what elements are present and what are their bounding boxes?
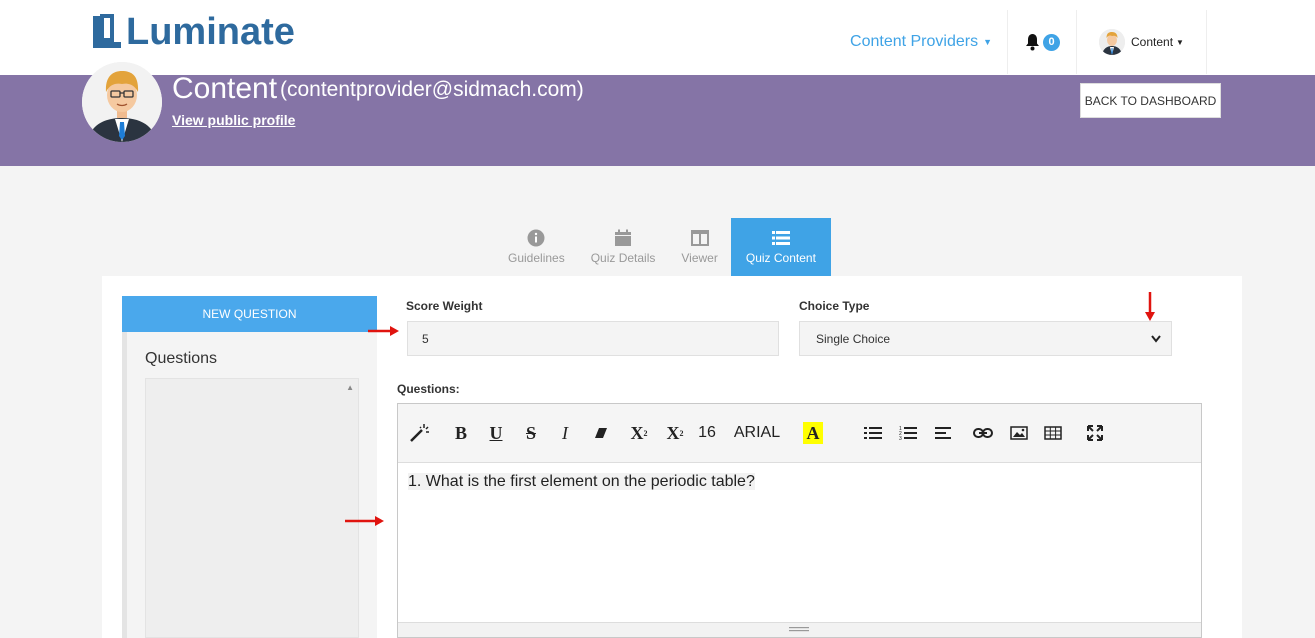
- notifications-button[interactable]: 0: [1007, 10, 1077, 74]
- svg-text:3: 3: [899, 436, 902, 441]
- new-question-button[interactable]: NEW QUESTION: [122, 296, 377, 332]
- link-icon[interactable]: [972, 422, 994, 444]
- questions-heading: Questions: [145, 350, 218, 367]
- notification-count-badge: 0: [1043, 33, 1060, 51]
- profile-avatar: [82, 62, 162, 142]
- user-avatar: [1099, 29, 1126, 55]
- question-text: 1. What is the first element on the peri…: [408, 473, 755, 490]
- profile-email: (contentprovider@sidmach.com): [280, 78, 584, 101]
- editor-toolbar: B U S I X2 X2 16 ARIAL A 1 2 3: [398, 404, 1201, 463]
- table-icon[interactable]: [1042, 422, 1064, 444]
- caret-down-icon: ▼: [1176, 37, 1184, 47]
- brand-logo[interactable]: Luminate: [90, 12, 295, 52]
- tab-quiz-details[interactable]: Quiz Details: [578, 218, 669, 276]
- user-name: Content: [1131, 35, 1174, 49]
- bell-icon: [1026, 34, 1039, 51]
- back-to-dashboard-button[interactable]: BACK TO DASHBOARD: [1080, 83, 1221, 118]
- font-family-select[interactable]: ARIAL: [732, 422, 782, 444]
- bullet-list-icon[interactable]: [862, 422, 884, 444]
- scroll-up-icon[interactable]: ▲: [346, 383, 354, 392]
- content-providers-menu[interactable]: Content Providers ▼: [850, 10, 1007, 74]
- align-left-icon[interactable]: [932, 422, 954, 444]
- resize-grip-icon: [789, 627, 809, 632]
- choice-type-select[interactable]: Single Choice: [799, 321, 1172, 356]
- choice-type-value: Single Choice: [816, 332, 891, 346]
- tab-label: Guidelines: [508, 251, 565, 265]
- strikethrough-icon[interactable]: S: [520, 422, 542, 444]
- choice-type-label: Choice Type: [799, 299, 870, 313]
- tab-quiz-content[interactable]: Quiz Content: [730, 218, 831, 276]
- info-icon: [527, 229, 545, 247]
- tab-label: Viewer: [681, 251, 718, 265]
- questions-field-label: Questions:: [397, 382, 460, 396]
- columns-icon: [690, 230, 709, 246]
- tab-guidelines[interactable]: Guidelines: [495, 218, 578, 276]
- annotation-arrow-icon: [345, 516, 384, 526]
- superscript-icon[interactable]: X2: [626, 422, 652, 444]
- tab-label: Quiz Details: [590, 251, 656, 265]
- caret-down-icon: ▼: [983, 37, 992, 47]
- fullscreen-icon[interactable]: [1084, 422, 1106, 444]
- logo-mark-icon: [93, 14, 121, 48]
- underline-icon[interactable]: U: [485, 422, 507, 444]
- nav-right: Content Providers ▼ 0 Content ▼: [850, 10, 1207, 74]
- chevron-down-icon: [1151, 335, 1161, 343]
- text-color-button[interactable]: A: [803, 422, 823, 444]
- quiz-tabs: Guidelines Quiz Details Viewer Quiz Cont…: [495, 218, 831, 276]
- eraser-icon[interactable]: [591, 422, 611, 444]
- top-navbar: Luminate Content Providers ▼ 0 Content ▼: [0, 0, 1315, 75]
- user-menu[interactable]: Content ▼: [1077, 10, 1207, 74]
- image-icon[interactable]: [1008, 422, 1030, 444]
- font-size-select[interactable]: 16: [696, 422, 718, 444]
- magic-wand-icon[interactable]: [408, 422, 432, 444]
- editor-content-area[interactable]: 1. What is the first element on the peri…: [398, 463, 1201, 501]
- annotation-arrow-icon: [368, 326, 399, 336]
- questions-list[interactable]: ▲: [145, 378, 359, 638]
- calendar-icon: [615, 229, 632, 246]
- list-icon: [771, 231, 790, 245]
- editor-resize-handle[interactable]: [398, 622, 1201, 637]
- annotation-arrow-icon: [1145, 292, 1155, 321]
- subscript-icon[interactable]: X2: [662, 422, 688, 444]
- profile-name: Content: [172, 72, 278, 105]
- tab-viewer[interactable]: Viewer: [668, 218, 730, 276]
- rich-text-editor: B U S I X2 X2 16 ARIAL A 1 2 3 1. What i…: [397, 403, 1202, 638]
- tab-label: Quiz Content: [745, 251, 816, 265]
- bold-icon[interactable]: B: [450, 422, 472, 444]
- view-public-profile-link[interactable]: View public profile: [172, 112, 295, 128]
- italic-icon[interactable]: I: [555, 422, 575, 444]
- numbered-list-icon[interactable]: 1 2 3: [897, 422, 919, 444]
- score-weight-label: Score Weight: [406, 299, 483, 313]
- score-weight-input[interactable]: 5: [407, 321, 779, 356]
- content-providers-label: Content Providers: [850, 33, 979, 50]
- brand-name: Luminate: [126, 11, 295, 53]
